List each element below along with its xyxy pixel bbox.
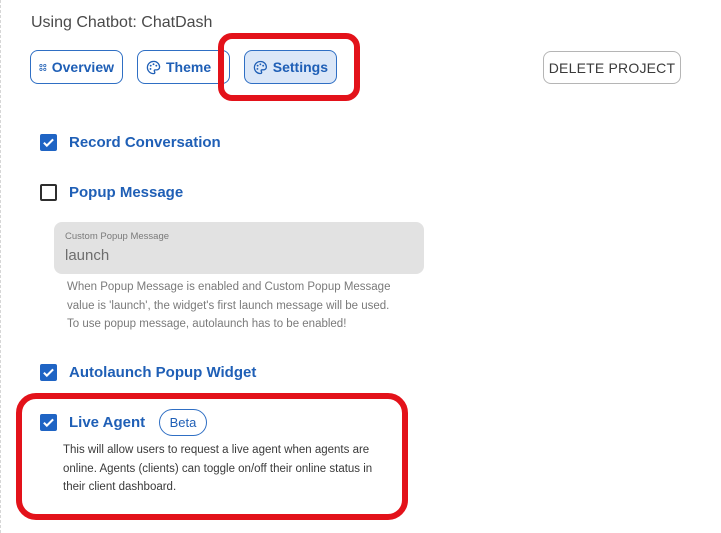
checkmark-icon bbox=[43, 418, 54, 428]
record-conversation-label[interactable]: Record Conversation bbox=[69, 134, 221, 151]
tab-settings[interactable]: Settings bbox=[244, 50, 337, 84]
checkmark-icon bbox=[43, 368, 54, 378]
custom-popup-message-label: Custom Popup Message bbox=[65, 231, 170, 242]
delete-project-button[interactable]: DELETE PROJECT bbox=[543, 51, 681, 84]
live-agent-description: This will allow users to request a live … bbox=[63, 441, 403, 497]
live-agent-checkbox[interactable] bbox=[40, 414, 57, 431]
helper-line: value is 'launch', the widget's first la… bbox=[67, 299, 390, 312]
tab-overview[interactable]: Overview bbox=[30, 50, 123, 84]
tab-theme[interactable]: Theme bbox=[137, 50, 230, 84]
palette-icon bbox=[146, 60, 161, 74]
custom-popup-message-field: Custom Popup Message bbox=[54, 222, 424, 274]
page-title: Using Chatbot: ChatDash bbox=[31, 14, 213, 31]
autolaunch-checkbox[interactable] bbox=[40, 364, 57, 381]
checkmark-icon bbox=[43, 138, 54, 148]
description-line: This will allow users to request a live … bbox=[63, 444, 370, 456]
tab-label: Theme bbox=[166, 59, 212, 75]
live-agent-label[interactable]: Live Agent bbox=[69, 414, 145, 431]
popup-message-checkbox[interactable] bbox=[40, 184, 57, 201]
helper-line: When Popup Message is enabled and Custom… bbox=[67, 281, 391, 293]
popup-message-row: Popup Message bbox=[40, 184, 183, 201]
content-divider bbox=[0, 0, 1, 533]
palette-icon bbox=[253, 60, 268, 74]
autolaunch-row: Autolaunch Popup Widget bbox=[40, 364, 256, 381]
tab-label: Settings bbox=[272, 59, 328, 75]
description-line: online. Agents (clients) can toggle on/o… bbox=[63, 462, 373, 475]
custom-popup-message-input[interactable] bbox=[65, 247, 413, 264]
autolaunch-label[interactable]: Autolaunch Popup Widget bbox=[69, 364, 256, 381]
live-agent-row: Live Agent bbox=[40, 414, 145, 431]
custom-popup-helper-text: When Popup Message is enabled and Custom… bbox=[67, 278, 417, 334]
record-conversation-row: Record Conversation bbox=[40, 134, 221, 151]
apps-icon bbox=[39, 63, 47, 71]
description-line: their client dashboard. bbox=[63, 481, 177, 493]
beta-badge: Beta bbox=[159, 409, 207, 436]
tab-label: Overview bbox=[51, 59, 114, 75]
record-conversation-checkbox[interactable] bbox=[40, 134, 57, 151]
helper-line: To use popup message, autolaunch has to … bbox=[67, 318, 347, 330]
popup-message-label[interactable]: Popup Message bbox=[69, 184, 183, 201]
